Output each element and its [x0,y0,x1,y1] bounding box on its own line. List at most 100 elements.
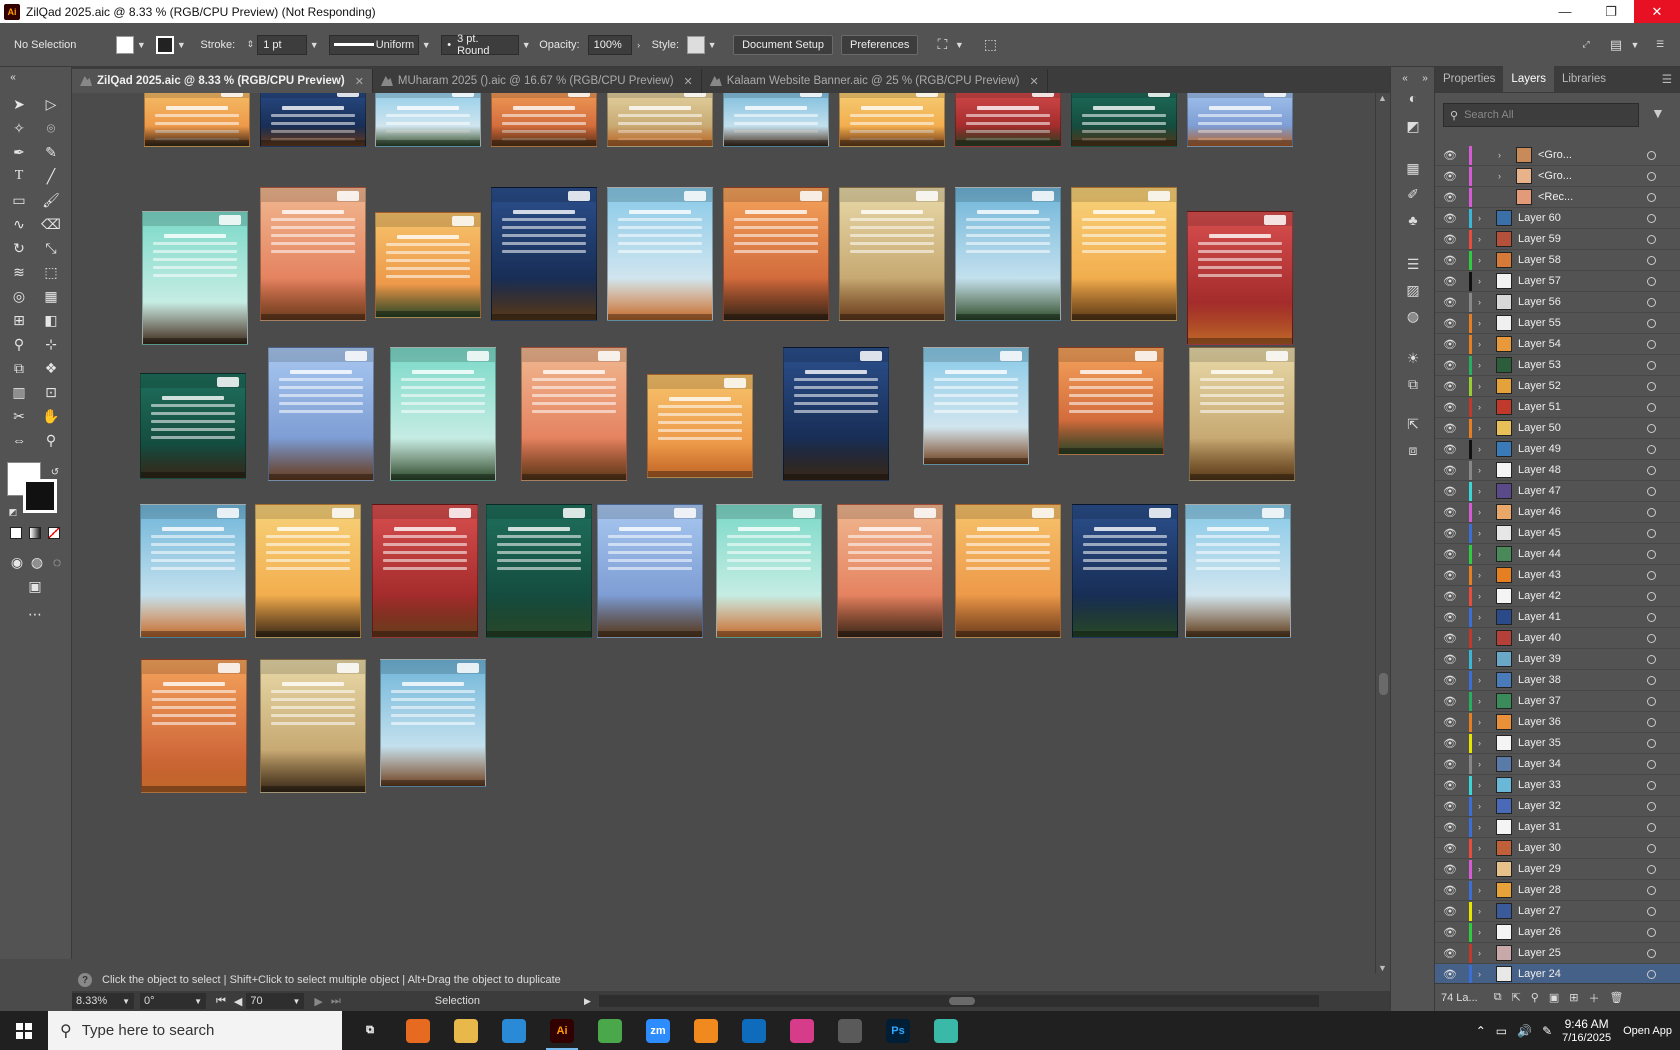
status-menu-icon[interactable]: ▶ [584,996,591,1007]
new-sublayer-icon[interactable]: ⊞ [1569,991,1578,1004]
symbols-panel-icon[interactable]: ♣ [1403,211,1423,229]
layer-row[interactable]: 👁 › Layer 41 [1435,607,1680,628]
illustrator-taskbar-button[interactable]: Ai [538,1011,586,1050]
layer-name[interactable]: Layer 25 [1518,947,1647,959]
layer-row[interactable]: 👁 › Layer 53 [1435,355,1680,376]
visibility-eye-icon[interactable]: 👁 [1443,212,1463,225]
target-circle-icon[interactable] [1647,696,1656,706]
pen-icon[interactable]: ✎ [1542,1024,1552,1038]
stroke-swatch[interactable] [156,35,175,54]
tab-zilqad[interactable]: ZilQad 2025.aic @ 8.33 % (RGB/CPU Previe… [72,69,373,93]
visibility-eye-icon[interactable]: 👁 [1443,296,1463,309]
target-circle-icon[interactable] [1647,549,1656,559]
target-circle-icon[interactable] [1647,633,1656,643]
layer-name[interactable]: <Rec... [1538,191,1647,203]
artboard[interactable] [140,373,246,479]
paintbrush-tool-icon[interactable]: 🖌 [40,189,62,211]
edit-toolbar-icon[interactable]: ⋯ [24,603,46,625]
horizontal-scroll-thumb[interactable] [948,997,975,1005]
first-artboard-icon[interactable]: ⏮ [216,995,226,1008]
export-icon[interactable]: ⇱ [1512,991,1521,1004]
expand-layer-icon[interactable]: › [1478,801,1492,811]
visibility-eye-icon[interactable]: 👁 [1443,317,1463,330]
artboard[interactable] [597,504,703,638]
artboard[interactable] [144,93,250,147]
close-tab-icon[interactable]: ✕ [684,75,693,88]
layer-row[interactable]: 👁 › Layer 37 [1435,691,1680,712]
scroll-down-icon[interactable]: ▼ [1378,963,1387,973]
warp-tool-icon[interactable]: ≋ [8,261,30,283]
layer-name[interactable]: Layer 52 [1518,380,1647,392]
artboard[interactable] [486,504,592,638]
target-circle-icon[interactable] [1647,528,1656,538]
chevron-down-icon[interactable]: ▼ [419,36,433,54]
layer-name[interactable]: Layer 46 [1518,506,1647,518]
layer-name[interactable]: Layer 27 [1518,905,1647,917]
layer-name[interactable]: Layer 26 [1518,926,1647,938]
tab-libraries[interactable]: Libraries [1554,66,1614,92]
visibility-eye-icon[interactable]: 👁 [1443,149,1463,162]
none-mode-icon[interactable] [48,527,60,539]
layer-name[interactable]: Layer 55 [1518,317,1647,329]
target-circle-icon[interactable] [1647,318,1656,328]
artboard[interactable] [1071,187,1177,321]
visibility-eye-icon[interactable]: 👁 [1443,968,1463,981]
photoshop-taskbar-button[interactable]: Ps [874,1011,922,1050]
visibility-eye-icon[interactable]: 👁 [1443,422,1463,435]
expand-layer-icon[interactable]: › [1478,822,1492,832]
artboard[interactable] [1187,93,1293,147]
target-circle-icon[interactable] [1647,234,1656,244]
expand-layer-icon[interactable]: › [1478,633,1492,643]
artboard-tool-icon[interactable]: ⊡ [40,381,62,403]
free-transform-tool-icon[interactable]: ⬚ [40,261,62,283]
artboard[interactable] [491,187,597,321]
target-circle-icon[interactable] [1647,213,1656,223]
visibility-eye-icon[interactable]: 👁 [1443,716,1463,729]
artboard[interactable] [839,93,945,147]
target-circle-icon[interactable] [1647,675,1656,685]
expand-layer-icon[interactable]: › [1478,549,1492,559]
transparency-panel-icon[interactable]: ◍ [1403,307,1423,325]
previous-artboard-icon[interactable]: ◀ [234,995,242,1008]
artboard[interactable] [260,187,366,321]
visibility-eye-icon[interactable]: 👁 [1443,254,1463,267]
visibility-eye-icon[interactable]: 👁 [1443,527,1463,540]
layer-name[interactable]: Layer 59 [1518,233,1647,245]
target-circle-icon[interactable] [1647,570,1656,580]
expand-layer-icon[interactable]: › [1478,759,1492,769]
target-circle-icon[interactable] [1647,927,1656,937]
file-explorer-taskbar-button[interactable] [442,1011,490,1050]
rotate-tool-icon[interactable]: ↻ [8,237,30,259]
target-circle-icon[interactable] [1647,591,1656,601]
layer-row[interactable]: 👁 › Layer 32 [1435,796,1680,817]
layer-row[interactable]: 👁 › Layer 33 [1435,775,1680,796]
layer-row[interactable]: 👁 › Layer 49 [1435,439,1680,460]
layer-row[interactable]: 👁 › Layer 46 [1435,502,1680,523]
expand-layer-icon[interactable]: › [1478,276,1492,286]
close-tab-icon[interactable]: ✕ [355,75,364,88]
gradient-panel-icon[interactable]: ▨ [1403,281,1423,299]
layer-name[interactable]: Layer 42 [1518,590,1647,602]
expand-layer-icon[interactable]: › [1478,906,1492,916]
artboard[interactable] [491,93,597,147]
visibility-eye-icon[interactable]: 👁 [1443,359,1463,372]
curvature-tool-icon[interactable]: ✎ [40,141,62,163]
expand-layer-icon[interactable]: › [1478,675,1492,685]
visibility-eye-icon[interactable]: 👁 [1443,674,1463,687]
artboard[interactable] [837,504,943,638]
layer-name[interactable]: Layer 56 [1518,296,1647,308]
visibility-eye-icon[interactable]: 👁 [1443,653,1463,666]
artboard[interactable] [783,347,889,481]
chevron-up-icon[interactable]: ⌃ [1476,1024,1486,1038]
layer-name[interactable]: Layer 29 [1518,863,1647,875]
expand-layer-icon[interactable]: › [1478,465,1492,475]
visibility-eye-icon[interactable]: 👁 [1443,737,1463,750]
expand-layer-icon[interactable]: › [1478,780,1492,790]
target-circle-icon[interactable] [1647,465,1656,475]
layer-name[interactable]: Layer 24 [1518,968,1647,980]
visibility-eye-icon[interactable]: 👁 [1443,275,1463,288]
magic-wand-tool-icon[interactable]: ✧ [8,117,30,139]
expand-layer-icon[interactable]: › [1478,654,1492,664]
stroke-panel-icon[interactable]: ☰ [1403,255,1423,273]
eraser-tool-icon[interactable]: ⌫ [40,213,62,235]
